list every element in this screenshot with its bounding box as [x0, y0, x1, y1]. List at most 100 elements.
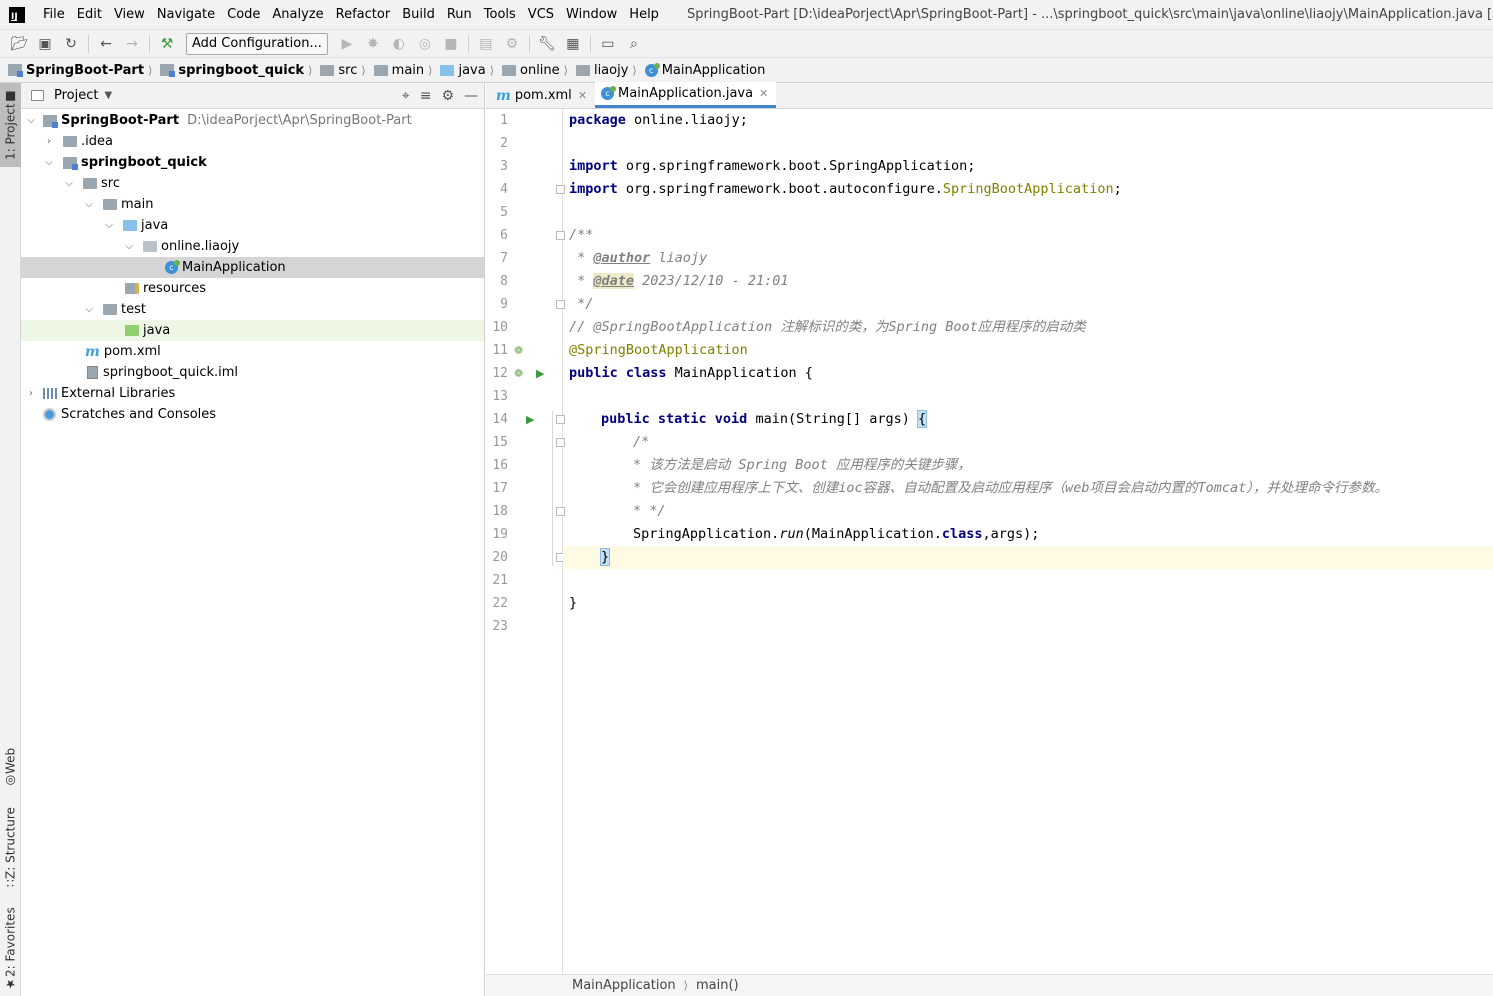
breadcrumb-item-mainapplication[interactable]: c MainApplication [644, 62, 765, 78]
menu-view[interactable]: View [108, 0, 151, 29]
sync-icon[interactable]: ↻ [61, 34, 81, 54]
tree-item-main[interactable]: ⌵ main [21, 194, 484, 215]
tool-tab-web[interactable]: ◎ Web [0, 743, 21, 793]
tree-item-java-main[interactable]: ⌵ java [21, 215, 484, 236]
menu-window[interactable]: Window [560, 0, 623, 29]
locate-icon[interactable]: ⌖ [402, 88, 410, 104]
menu-code[interactable]: Code [221, 0, 266, 29]
search-icon[interactable]: ⌕ [624, 34, 644, 54]
breadcrumb-item-project[interactable]: SpringBoot-Part ⟩ [8, 63, 158, 78]
project-panel-title[interactable]: Project [54, 88, 98, 103]
package-icon [143, 241, 157, 252]
tree-item-mainapplication[interactable]: c MainApplication [21, 257, 484, 278]
chevron-down-icon[interactable]: ⌵ [81, 199, 97, 210]
tree-item-pom-xml[interactable]: m pom.xml [21, 341, 484, 362]
chevron-right-icon[interactable]: › [23, 388, 39, 399]
breadcrumb-item-java[interactable]: java ⟩ [440, 63, 500, 78]
line-number: 23 [492, 619, 508, 634]
tab-mainapplication-java[interactable]: c MainApplication.java ✕ [595, 82, 777, 108]
spring-bean-icon[interactable]: ❁ [514, 344, 523, 357]
menu-analyze[interactable]: Analyze [266, 0, 329, 29]
menu-run[interactable]: Run [441, 0, 478, 29]
tool-tab-project[interactable]: 1: Project ■ [0, 83, 21, 167]
spring-bean-icon[interactable]: ❁ [514, 367, 523, 380]
code-editor[interactable]: package online.liaojy; import org.spring… [552, 109, 1493, 974]
chevron-down-icon[interactable]: ⌵ [121, 241, 137, 252]
resources-folder-icon [125, 283, 139, 294]
line-number: 12 [492, 366, 508, 381]
build-hammer-icon[interactable]: ⚒ [157, 34, 177, 54]
tab-pom-xml[interactable]: m pom.xml ✕ [490, 83, 595, 108]
tree-item-java-test[interactable]: java [21, 320, 484, 341]
code-line: * */ [633, 503, 666, 519]
toolbar-separator [149, 34, 150, 53]
breadcrumb-item-src[interactable]: src ⟩ [320, 63, 371, 78]
line-number: 7 [500, 251, 508, 266]
profile-icon[interactable]: ◎ [415, 34, 435, 54]
tree-item-resources[interactable]: resources [21, 278, 484, 299]
breadcrumb-item-module[interactable]: springboot_quick ⟩ [160, 63, 318, 78]
open-folder-icon[interactable]: 📂︎ [9, 34, 29, 54]
status-crumb-class[interactable]: MainApplication [572, 978, 676, 993]
tree-item-springboot-part[interactable]: ⌵ SpringBoot-Part D:\ideaPorject\Apr\Spr… [21, 110, 484, 131]
current-line-highlight [563, 546, 1493, 569]
menu-build[interactable]: Build [396, 0, 441, 29]
attach-debugger-icon[interactable]: ▤ [476, 34, 496, 54]
breadcrumb-item-online[interactable]: online ⟩ [502, 63, 574, 78]
folder-icon [373, 64, 388, 76]
settings-wrench-icon[interactable]: 🔧︎ [537, 34, 557, 54]
menu-file[interactable]: File [37, 0, 71, 29]
code-line: import org.springframework.boot.autoconf… [569, 181, 1122, 197]
menu-bar: IJ File Edit View Navigate Code Analyze … [0, 0, 1493, 29]
tree-item-idea[interactable]: › .idea [21, 131, 484, 152]
close-icon[interactable]: ✕ [759, 87, 768, 100]
tree-item-external-libraries[interactable]: › External Libraries [21, 383, 484, 404]
breadcrumb-item-liaojy[interactable]: liaojy ⟩ [575, 63, 643, 78]
run-gutter-icon[interactable]: ▶ [526, 413, 534, 426]
menu-help[interactable]: Help [623, 0, 665, 29]
back-icon[interactable]: ← [96, 34, 116, 54]
editor-tabs: m pom.xml ✕ c MainApplication.java ✕ [486, 82, 1493, 109]
update-running-icon[interactable]: ⚙ [502, 34, 522, 54]
menu-navigate[interactable]: Navigate [151, 0, 221, 29]
terminal-icon[interactable]: ▭ [598, 34, 618, 54]
project-structure-icon[interactable]: ▦ [563, 34, 583, 54]
chevron-down-icon[interactable]: ⌵ [41, 157, 57, 168]
stop-icon[interactable]: ■ [441, 34, 461, 54]
chevron-down-icon[interactable]: ⌵ [81, 304, 97, 315]
test-folder-icon [125, 325, 139, 336]
gear-icon[interactable]: ⚙ [441, 88, 454, 104]
chevron-down-icon[interactable]: ⌵ [23, 115, 39, 126]
tree-item-online-liaojy[interactable]: ⌵ online.liaojy [21, 236, 484, 257]
chevron-down-icon[interactable]: ▼ [104, 90, 112, 101]
debug-icon[interactable]: ✸ [363, 34, 383, 54]
chevron-right-icon[interactable]: › [41, 136, 57, 147]
menu-edit[interactable]: Edit [71, 0, 108, 29]
breadcrumb-item-main[interactable]: main ⟩ [373, 63, 439, 78]
forward-icon[interactable]: → [122, 34, 142, 54]
spring-class-icon: c [644, 62, 660, 77]
run-gutter-icon[interactable]: ▶ [536, 367, 544, 380]
tree-item-test[interactable]: ⌵ test [21, 299, 484, 320]
collapse-all-icon[interactable]: ≡ [420, 88, 432, 104]
tool-tab-favorites[interactable]: ★ 2: Favorites [0, 905, 21, 993]
hide-icon[interactable]: — [464, 88, 478, 104]
tree-item-src[interactable]: ⌵ src [21, 173, 484, 194]
tool-tab-structure[interactable]: ∷ Z: Structure [0, 805, 21, 889]
tree-item-springboot-quick[interactable]: ⌵ springboot_quick [21, 152, 484, 173]
add-configuration-button[interactable]: Add Configuration... [186, 32, 328, 55]
save-all-icon[interactable]: ▣ [35, 34, 55, 54]
run-icon[interactable]: ▶ [337, 34, 357, 54]
tree-item-iml[interactable]: springboot_quick.iml [21, 362, 484, 383]
coverage-icon[interactable]: ◐ [389, 34, 409, 54]
chevron-down-icon[interactable]: ⌵ [61, 178, 77, 189]
menu-tools[interactable]: Tools [478, 0, 522, 29]
menu-vcs[interactable]: VCS [522, 0, 560, 29]
menu-refactor[interactable]: Refactor [330, 0, 397, 29]
toolbar-separator [589, 34, 591, 53]
status-crumb-method[interactable]: main() [696, 978, 739, 993]
tree-item-scratches[interactable]: Scratches and Consoles [21, 404, 484, 425]
close-icon[interactable]: ✕ [578, 89, 587, 102]
chevron-down-icon[interactable]: ⌵ [101, 220, 117, 231]
code-line: // @SpringBootApplication 注解标识的类，为Spring… [569, 319, 1086, 335]
